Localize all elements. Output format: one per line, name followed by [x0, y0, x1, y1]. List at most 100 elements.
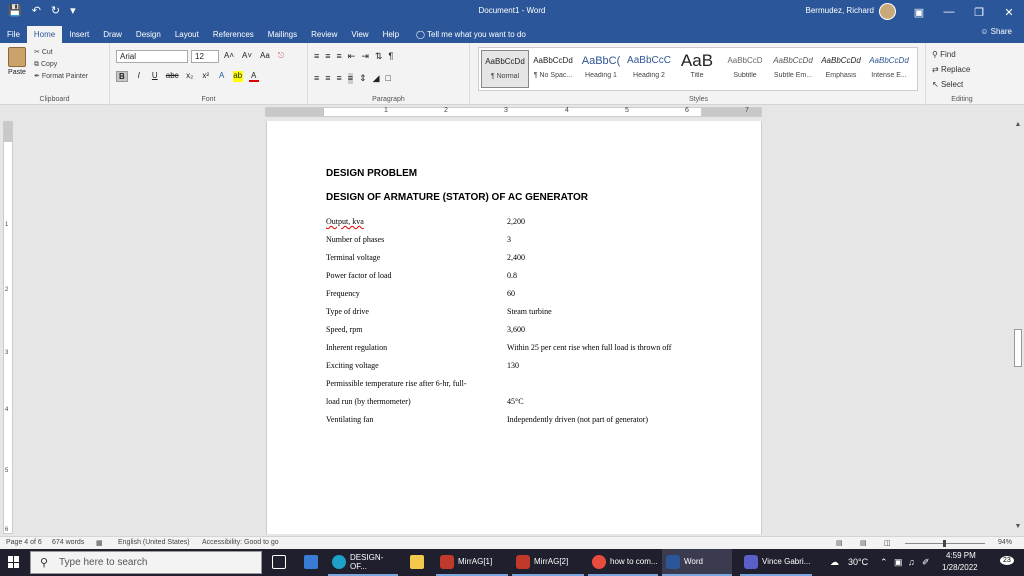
- ribbon-display-icon[interactable]: ▣: [904, 0, 934, 24]
- taskbar-app-edge[interactable]: DESIGN-OF...: [328, 549, 398, 576]
- windows-start-icon[interactable]: [8, 556, 20, 568]
- chevron-up-icon[interactable]: ⌃: [880, 557, 888, 568]
- ribbon: Paste ✂ Cut ⧉ Copy ✒ Format Painter Clip…: [0, 43, 1024, 105]
- taskbar-app-chrome[interactable]: how to com...: [588, 549, 658, 576]
- align-left-icon[interactable]: ≡: [314, 73, 319, 84]
- word-count[interactable]: 674 words: [52, 539, 84, 546]
- sort-icon[interactable]: ⇅: [375, 51, 383, 62]
- vertical-ruler[interactable]: 1 2 3 4 5 6: [3, 121, 13, 534]
- pen-icon[interactable]: ✐: [922, 557, 930, 568]
- bold-button[interactable]: B: [116, 71, 128, 82]
- tab-help[interactable]: Help: [376, 26, 406, 43]
- shrink-font-button[interactable]: A˅: [242, 51, 252, 61]
- focus-icon[interactable]: ▤: [836, 539, 843, 547]
- print-layout-icon[interactable]: ▤: [860, 539, 867, 547]
- vruler-number: 3: [5, 350, 9, 356]
- superscript-button[interactable]: x²: [201, 71, 211, 82]
- tab-insert[interactable]: Insert: [62, 26, 96, 43]
- taskbar-app-photo-2[interactable]: MirrAG[2]: [512, 549, 584, 576]
- format-painter-button[interactable]: ✒ Format Painter: [34, 71, 88, 83]
- shading-icon[interactable]: ◢: [373, 73, 380, 84]
- file-explorer-icon[interactable]: [410, 555, 424, 569]
- scroll-thumb[interactable]: [1014, 329, 1022, 367]
- store-icon[interactable]: [304, 555, 318, 569]
- borders-icon[interactable]: □: [386, 73, 391, 84]
- multilevel-list-icon[interactable]: ≡: [337, 51, 342, 62]
- clock-date[interactable]: 1/28/2022: [942, 563, 978, 572]
- font-size-select[interactable]: 12: [191, 50, 219, 63]
- clear-formatting-icon[interactable]: ⎋: [278, 51, 284, 61]
- spec-label: Permissible temperature rise after 6-hr,…: [326, 379, 467, 388]
- chrome-icon: [592, 554, 606, 569]
- scroll-down-icon[interactable]: ▼: [1013, 523, 1023, 533]
- temperature[interactable]: 30°C: [848, 557, 868, 567]
- cut-button[interactable]: ✂ Cut: [34, 47, 88, 59]
- tab-draw[interactable]: Draw: [96, 26, 129, 43]
- justify-icon[interactable]: ≡: [347, 73, 354, 84]
- network-icon[interactable]: ▣: [894, 557, 903, 568]
- share-button[interactable]: ☺ Share: [980, 27, 1012, 36]
- web-layout-icon[interactable]: ◫: [884, 539, 891, 547]
- tell-me-box[interactable]: ◯ Tell me what you want to do: [416, 26, 526, 43]
- zoom-slider[interactable]: [905, 540, 985, 547]
- volume-icon[interactable]: ♫: [908, 557, 915, 567]
- font-name-select[interactable]: Arial: [116, 50, 188, 63]
- taskbar-app-teams[interactable]: Vince Gabri...: [740, 549, 812, 576]
- taskbar-search[interactable]: ⚲ Type here to search: [30, 551, 262, 574]
- numbering-icon[interactable]: ≡: [325, 51, 330, 62]
- align-right-icon[interactable]: ≡: [337, 73, 342, 84]
- scroll-up-icon[interactable]: ▲: [1013, 121, 1023, 131]
- notification-badge[interactable]: 23: [1000, 556, 1014, 565]
- close-icon[interactable]: ✕: [994, 0, 1024, 24]
- clock-time[interactable]: 4:59 PM: [946, 551, 976, 560]
- taskbar-app-photo-1[interactable]: MirrAG[1]: [436, 549, 508, 576]
- tab-layout[interactable]: Layout: [168, 26, 206, 43]
- tab-mailings[interactable]: Mailings: [261, 26, 304, 43]
- vruler-number: 2: [5, 287, 9, 293]
- strikethrough-button[interactable]: abc: [166, 71, 179, 82]
- change-case-button[interactable]: Aa: [260, 51, 270, 61]
- tab-references[interactable]: References: [206, 26, 261, 43]
- language-status[interactable]: English (United States): [118, 539, 190, 546]
- line-spacing-icon[interactable]: ⇕: [359, 73, 367, 84]
- tab-design[interactable]: Design: [129, 26, 168, 43]
- weather-icon[interactable]: ☁: [830, 557, 839, 568]
- tab-file[interactable]: File: [0, 26, 27, 43]
- restore-icon[interactable]: ❐: [964, 0, 994, 24]
- zoom-level[interactable]: 94%: [998, 539, 1012, 546]
- copy-button[interactable]: ⧉ Copy: [34, 59, 88, 71]
- copy-label: Copy: [40, 61, 58, 68]
- task-view-icon[interactable]: [272, 555, 286, 569]
- subscript-button[interactable]: x₂: [185, 71, 195, 82]
- italic-button[interactable]: I: [134, 71, 144, 82]
- proofing-icon[interactable]: ▦: [96, 539, 103, 547]
- avatar[interactable]: [879, 3, 896, 20]
- spec-label: Ventilating fan: [326, 415, 374, 424]
- vertical-scrollbar[interactable]: ▲ ▼: [1012, 119, 1024, 535]
- zoom-knob[interactable]: [943, 540, 946, 547]
- text-effects-icon[interactable]: A: [217, 71, 227, 82]
- minimize-icon[interactable]: —: [934, 0, 964, 24]
- taskbar-app-word[interactable]: Word: [662, 549, 732, 576]
- show-marks-icon[interactable]: ¶: [388, 51, 393, 62]
- paste-button[interactable]: Paste: [6, 47, 28, 76]
- underline-button[interactable]: U: [150, 71, 160, 82]
- accessibility-status[interactable]: Accessibility: Good to go: [202, 539, 279, 546]
- editing-label: Editing: [951, 96, 973, 103]
- tab-view[interactable]: View: [344, 26, 375, 43]
- edge-icon: [332, 554, 346, 569]
- grow-font-button[interactable]: A˄: [224, 51, 234, 61]
- decrease-indent-icon[interactable]: ⇤: [348, 51, 356, 62]
- ruler-left-margin: [266, 108, 324, 116]
- align-center-icon[interactable]: ≡: [325, 73, 330, 84]
- bullets-icon[interactable]: ≡: [314, 51, 319, 62]
- page-count[interactable]: Page 4 of 6: [6, 539, 42, 546]
- document-page[interactable]: DESIGN PROBLEM DESIGN OF ARMATURE (STATO…: [266, 121, 762, 534]
- font-color-icon[interactable]: A: [248, 71, 259, 82]
- highlight-icon[interactable]: ab: [232, 71, 243, 82]
- user-name[interactable]: Bermudez, Richard: [806, 6, 874, 15]
- horizontal-ruler[interactable]: 1 2 3 4 5 6 7: [265, 107, 762, 117]
- increase-indent-icon[interactable]: ⇥: [361, 51, 369, 62]
- tab-review[interactable]: Review: [304, 26, 344, 43]
- tab-home[interactable]: Home: [26, 26, 63, 43]
